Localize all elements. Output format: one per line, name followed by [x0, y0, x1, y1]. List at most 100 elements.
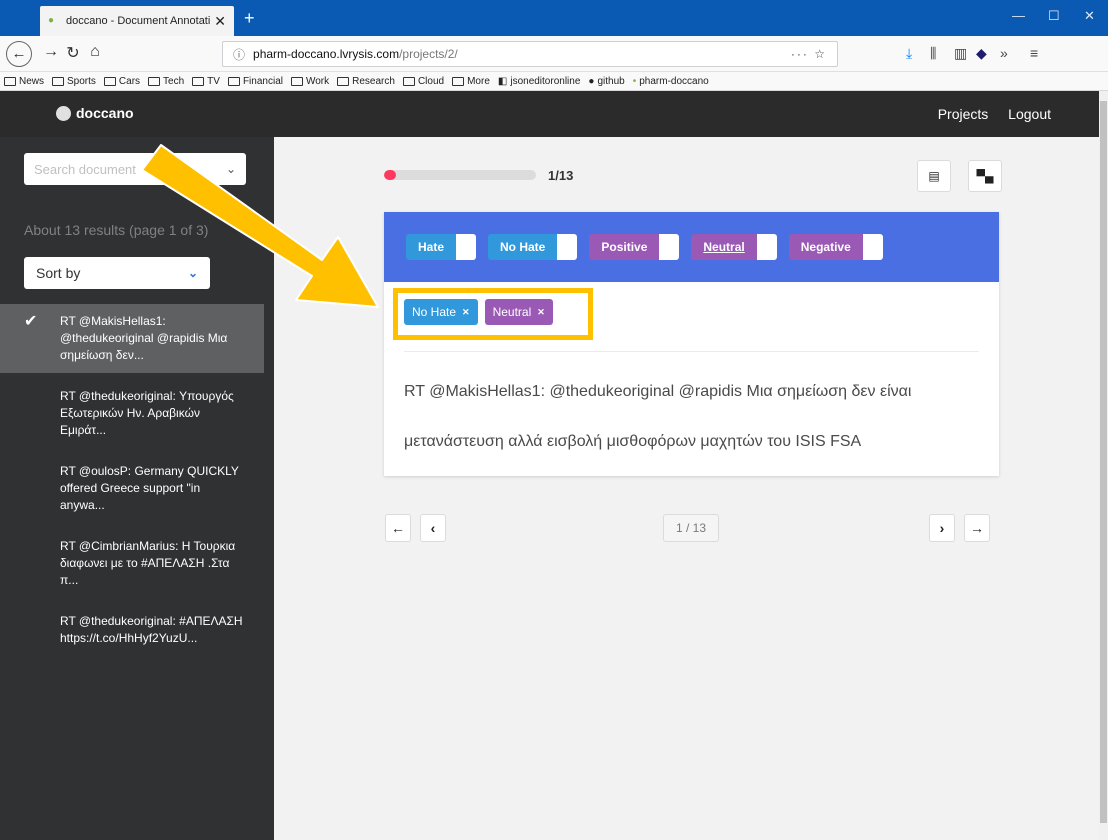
browser-navbar: ← → ↻ ⌂ ⓘ pharm-doccano.lvrysis.com /pro… — [0, 36, 1108, 72]
main-content: 1/13 ▤ ▀▄ Hate No Hate Positive Neutral … — [274, 137, 1099, 840]
nav-projects[interactable]: Projects — [938, 106, 989, 122]
doccano-favicon-icon: ● — [48, 15, 55, 26]
url-path: /projects/2/ — [399, 47, 458, 61]
doccano-favicon-icon: • — [632, 75, 637, 87]
shortcut-key — [557, 234, 578, 260]
extension-icon[interactable]: ◆ — [976, 45, 987, 62]
last-page-button[interactable]: → — [964, 514, 990, 542]
book-icon: ▤ — [928, 169, 940, 183]
arrow-right-icon: → — [970, 520, 984, 536]
url-bar[interactable]: ⓘ pharm-doccano.lvrysis.com /projects/2/… — [222, 41, 838, 67]
document-item[interactable]: ✔ RT @MakisHellas1: @thedukeoriginal @ra… — [0, 304, 264, 373]
bookmark-news[interactable]: News — [4, 76, 44, 87]
shortcut-key — [456, 234, 477, 260]
bookmark-cloud[interactable]: Cloud — [402, 76, 444, 87]
arrow-left-icon: ← — [391, 520, 405, 536]
page-indicator: 1 / 13 — [663, 514, 719, 542]
bookmark-cars[interactable]: Cars — [103, 76, 140, 87]
archive-button[interactable]: ▀▄ — [968, 160, 1002, 192]
chevron-down-icon[interactable]: ⌄ — [226, 162, 236, 176]
bookmark-tv[interactable]: TV — [192, 76, 220, 87]
folder-icon — [192, 76, 205, 86]
json-icon: ◧ — [497, 75, 508, 87]
minimize-icon[interactable]: — — [1012, 8, 1025, 23]
bookmark-pharm-doccano[interactable]: • pharm-doccano — [633, 76, 709, 87]
bookmark-financial[interactable]: Financial — [227, 76, 283, 87]
tab-title: doccano - Document Annotati — [66, 15, 211, 27]
document-item[interactable]: RT @CimbrianMarius: Η Τουρκια διαφωνει μ… — [0, 529, 264, 598]
chevron-right-icon: › — [939, 520, 945, 536]
github-icon: ● — [588, 75, 595, 87]
window-close-icon[interactable]: ✕ — [1084, 8, 1095, 24]
document-item[interactable]: RT @oulosP: Germany QUICKLY offered Gree… — [0, 454, 264, 523]
download-icon[interactable]: ⤓ — [906, 45, 912, 62]
doccano-logo-icon — [56, 105, 71, 121]
folder-icon — [227, 76, 240, 86]
bookmark-github[interactable]: ● github — [588, 76, 624, 87]
sidebar-icon[interactable]: ▥ — [954, 45, 967, 62]
browser-titlebar: ● doccano - Document Annotati ✕ + — ☐ ✕ — [0, 0, 1108, 36]
assigned-labels: No Hate ✕ Neutral ✕ — [404, 299, 560, 325]
folder-icon — [148, 76, 161, 86]
document-text: RT @MakisHellas1: @thedukeoriginal @rapi… — [404, 383, 912, 450]
bookmark-tech[interactable]: Tech — [148, 76, 184, 87]
brand-name: doccano — [76, 105, 134, 121]
bookmark-jsoneditoronline[interactable]: ◧ jsoneditoronline — [498, 76, 581, 87]
brand[interactable]: doccano — [56, 105, 134, 121]
tab-close-icon[interactable]: ✕ — [214, 13, 226, 30]
overflow-icon[interactable]: » — [1000, 45, 1008, 61]
document-item[interactable]: RT @thedukeoriginal: Υπουργός Εξωτερικών… — [0, 379, 264, 448]
progress-fill — [384, 170, 396, 180]
chevron-down-icon: ⌄ — [187, 266, 198, 280]
progress-text: 1/13 — [548, 168, 574, 183]
label-negative[interactable]: Negative — [788, 234, 883, 260]
folder-icon — [337, 76, 350, 86]
menu-icon[interactable]: ≡ — [1030, 45, 1038, 61]
bookmark-work[interactable]: Work — [290, 76, 329, 87]
shortcut-key — [862, 234, 883, 260]
assigned-label-neutral: Neutral ✕ — [484, 299, 553, 325]
progress-bar — [384, 170, 536, 180]
bookmark-more[interactable]: More — [452, 76, 490, 87]
results-count: About 13 results (page 1 of 3) — [24, 222, 209, 238]
label-no-hate[interactable]: No Hate — [488, 234, 578, 260]
new-tab-button[interactable]: + — [244, 8, 255, 29]
scrollbar-thumb[interactable] — [1100, 101, 1107, 823]
shortcut-key — [659, 234, 680, 260]
guideline-button[interactable]: ▤ — [917, 160, 951, 192]
label-positive[interactable]: Positive — [589, 234, 680, 260]
prev-page-button[interactable]: ‹ — [420, 514, 446, 542]
annotation-card: Hate No Hate Positive Neutral Negative N… — [384, 212, 999, 476]
label-neutral[interactable]: Neutral — [691, 234, 777, 260]
folder-icon — [52, 76, 65, 86]
forward-arrow-icon[interactable]: → — [40, 43, 62, 61]
maximize-icon[interactable]: ☐ — [1048, 8, 1060, 24]
label-hate[interactable]: Hate — [406, 234, 477, 260]
remove-icon[interactable]: ✕ — [462, 299, 470, 325]
document-item[interactable]: RT @thedukeoriginal: #ΑΠΕΛΑΣΗ https://t.… — [0, 604, 264, 656]
folder-icon — [452, 76, 465, 86]
search-input[interactable]: Search document ⌄ — [24, 153, 246, 185]
reload-icon[interactable]: ↻ — [62, 43, 84, 63]
library-icon[interactable]: ⫼ — [930, 45, 936, 62]
page-actions-icon[interactable]: ··· ☆ — [791, 47, 827, 61]
document-list: ✔ RT @MakisHellas1: @thedukeoriginal @ra… — [0, 304, 264, 656]
home-icon[interactable]: ⌂ — [84, 43, 106, 61]
page-scrollbar[interactable] — [1099, 91, 1108, 840]
next-page-button[interactable]: › — [929, 514, 955, 542]
info-icon[interactable]: ⓘ — [233, 46, 245, 63]
first-page-button[interactable]: ← — [385, 514, 411, 542]
folder-icon — [103, 76, 116, 86]
bookmark-research[interactable]: Research — [337, 76, 395, 87]
sidebar: Search document ⌄ About 13 results (page… — [0, 137, 274, 840]
browser-tab[interactable]: ● doccano - Document Annotati ✕ — [40, 6, 234, 36]
bookmark-sports[interactable]: Sports — [52, 76, 96, 87]
nav-logout[interactable]: Logout — [1008, 106, 1051, 122]
remove-icon[interactable]: ✕ — [537, 299, 545, 325]
sort-select[interactable]: Sort by ⌄ — [24, 257, 210, 289]
app-nav: Projects Logout — [922, 106, 1051, 122]
bookmarks-bar: News Sports Cars Tech TV Financial Work … — [0, 72, 1108, 91]
search-placeholder: Search document — [34, 161, 136, 177]
divider — [404, 351, 979, 352]
back-arrow-icon[interactable]: ← — [6, 41, 32, 67]
